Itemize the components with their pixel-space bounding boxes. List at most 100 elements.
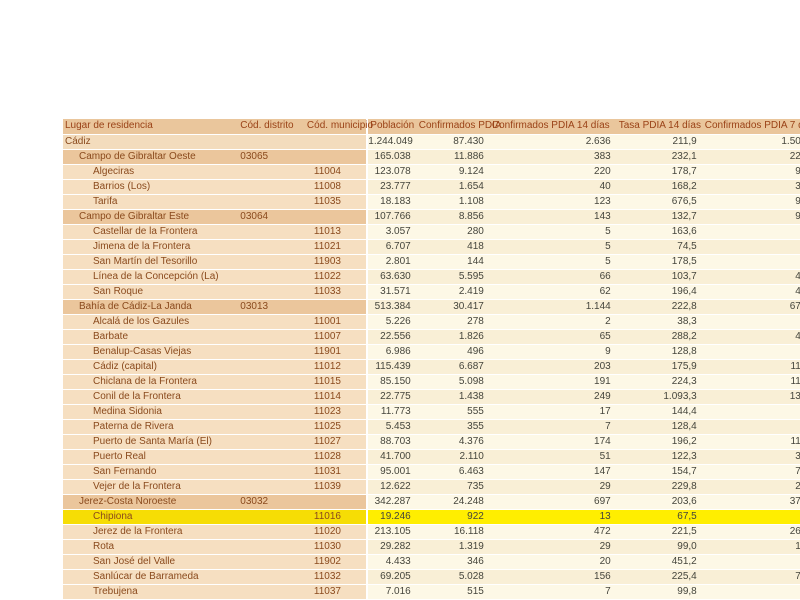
rate-pdia-14d-cell: 196,2 <box>617 434 703 449</box>
confirmed-pdia-7d-cell: 2 <box>703 419 800 434</box>
col-header-confirmados-pdia-14-dias: Confirmados PDIA 14 días <box>490 119 617 134</box>
confirmed-pdia-14d-cell: 5 <box>490 239 617 254</box>
rate-pdia-14d-cell: 676,5 <box>617 194 703 209</box>
table-row[interactable]: Conil de la Frontera 11014 22.775 1.438 … <box>63 389 800 404</box>
confirmed-pdia-7d-cell: 1.508 <box>703 134 800 149</box>
confirmed-pdia-7d-cell: 260 <box>703 524 800 539</box>
municipality-code-cell: 11013 <box>305 224 367 239</box>
confirmed-pdia-cell: 5.595 <box>417 269 490 284</box>
district-code-cell <box>238 164 305 179</box>
confirmed-pdia-7d-cell: 6 <box>703 584 800 599</box>
rate-pdia-14d-cell: 451,2 <box>617 554 703 569</box>
confirmed-pdia-14d-cell: 220 <box>490 164 617 179</box>
table-row[interactable]: Chiclana de la Frontera 11015 85.150 5.0… <box>63 374 800 389</box>
municipality-code-cell: 11008 <box>305 179 367 194</box>
rate-pdia-14d-cell: 1.093,3 <box>617 389 703 404</box>
table-row[interactable]: Castellar de la Frontera 11013 3.057 280… <box>63 224 800 239</box>
table-row[interactable]: San Martín del Tesorillo 11903 2.801 144… <box>63 254 800 269</box>
table-row[interactable]: Campo de Gibraltar Este 03064 107.766 8.… <box>63 209 800 224</box>
rate-pdia-14d-cell: 99,0 <box>617 539 703 554</box>
municipality-code-cell: 11023 <box>305 404 367 419</box>
district-code-cell <box>238 344 305 359</box>
municipality-code-cell <box>305 299 367 314</box>
table-row[interactable]: Vejer de la Frontera 11039 12.622 735 29… <box>63 479 800 494</box>
confirmed-pdia-7d-cell: 139 <box>703 389 800 404</box>
population-cell: 5.226 <box>367 314 416 329</box>
table-row[interactable]: Trebujena 11037 7.016 515 7 99,8 6 <box>63 584 800 599</box>
residence-cell: Rota <box>63 539 238 554</box>
confirmed-pdia-14d-cell: 5 <box>490 254 617 269</box>
table-row[interactable]: San Fernando 11031 95.001 6.463 147 154,… <box>63 464 800 479</box>
table-row[interactable]: Medina Sidonia 11023 11.773 555 17 144,4… <box>63 404 800 419</box>
confirmed-pdia-cell: 5.098 <box>417 374 490 389</box>
confirmed-pdia-7d-cell: 93 <box>703 194 800 209</box>
table-row[interactable]: Alcalá de los Gazules 11001 5.226 278 2 … <box>63 314 800 329</box>
confirmed-pdia-7d-cell: 8 <box>703 509 800 524</box>
table-row[interactable]: Jerez-Costa Noroeste 03032 342.287 24.24… <box>63 494 800 509</box>
confirmed-pdia-cell: 9.124 <box>417 164 490 179</box>
table-row[interactable]: Algeciras 11004 123.078 9.124 220 178,7 … <box>63 164 800 179</box>
municipality-code-cell: 11039 <box>305 479 367 494</box>
residence-cell: Medina Sidonia <box>63 404 238 419</box>
table-body: Cádiz 1.244.049 87.430 2.636 211,9 1.508… <box>63 134 800 599</box>
municipality-code-cell: 11007 <box>305 329 367 344</box>
confirmed-pdia-cell: 1.654 <box>417 179 490 194</box>
confirmed-pdia-7d-cell: 119 <box>703 359 800 374</box>
table-row[interactable]: Jerez de la Frontera 11020 213.105 16.11… <box>63 524 800 539</box>
table-row[interactable]: Puerto Real 11028 41.700 2.110 51 122,3 … <box>63 449 800 464</box>
municipality-code-cell: 11021 <box>305 239 367 254</box>
population-cell: 1.244.049 <box>367 134 416 149</box>
confirmed-pdia-cell: 280 <box>417 224 490 239</box>
district-code-cell <box>238 329 305 344</box>
table-row[interactable]: Benalup-Casas Viejas 11901 6.986 496 9 1… <box>63 344 800 359</box>
municipality-code-cell: 11022 <box>305 269 367 284</box>
col-header-poblacion: Población <box>367 119 416 134</box>
confirmed-pdia-cell: 922 <box>417 509 490 524</box>
confirmed-pdia-cell: 144 <box>417 254 490 269</box>
table-row[interactable]: Cádiz 1.244.049 87.430 2.636 211,9 1.508 <box>63 134 800 149</box>
table-row[interactable]: San Roque 11033 31.571 2.419 62 196,4 42 <box>63 284 800 299</box>
rate-pdia-14d-cell: 288,2 <box>617 329 703 344</box>
confirmed-pdia-14d-cell: 191 <box>490 374 617 389</box>
municipality-code-cell: 11027 <box>305 434 367 449</box>
confirmed-pdia-cell: 418 <box>417 239 490 254</box>
table-row[interactable]: Chipiona 11016 19.246 922 13 67,5 8 <box>63 509 800 524</box>
table-row[interactable]: Paterna de Rivera 11025 5.453 355 7 128,… <box>63 419 800 434</box>
rate-pdia-14d-cell: 132,7 <box>617 209 703 224</box>
municipality-code-cell <box>305 149 367 164</box>
district-code-cell <box>238 509 305 524</box>
confirmed-pdia-14d-cell: 174 <box>490 434 617 449</box>
table-row[interactable]: Sanlúcar de Barrameda 11032 69.205 5.028… <box>63 569 800 584</box>
population-cell: 11.773 <box>367 404 416 419</box>
population-cell: 115.439 <box>367 359 416 374</box>
confirmed-pdia-7d-cell: 370 <box>703 494 800 509</box>
table-row[interactable]: Puerto de Santa María (El) 11027 88.703 … <box>63 434 800 449</box>
confirmed-pdia-cell: 6.463 <box>417 464 490 479</box>
table-row[interactable]: Jimena de la Frontera 11021 6.707 418 5 … <box>63 239 800 254</box>
population-cell: 123.078 <box>367 164 416 179</box>
population-cell: 6.707 <box>367 239 416 254</box>
table-row[interactable]: Barrios (Los) 11008 23.777 1.654 40 168,… <box>63 179 800 194</box>
district-code-cell <box>238 224 305 239</box>
confirmed-pdia-14d-cell: 20 <box>490 554 617 569</box>
confirmed-pdia-cell: 6.687 <box>417 359 490 374</box>
confirmed-pdia-cell: 1.826 <box>417 329 490 344</box>
residence-cell: Cádiz (capital) <box>63 359 238 374</box>
table-row[interactable]: Campo de Gibraltar Oeste 03065 165.038 1… <box>63 149 800 164</box>
table-row[interactable]: Barbate 11007 22.556 1.826 65 288,2 45 <box>63 329 800 344</box>
municipality-code-cell: 11032 <box>305 569 367 584</box>
rate-pdia-14d-cell: 178,7 <box>617 164 703 179</box>
confirmed-pdia-14d-cell: 13 <box>490 509 617 524</box>
municipality-code-cell: 11012 <box>305 359 367 374</box>
municipality-code-cell: 11031 <box>305 464 367 479</box>
residence-cell: Línea de la Concepción (La) <box>63 269 238 284</box>
district-code-cell <box>238 434 305 449</box>
confirmed-pdia-cell: 555 <box>417 404 490 419</box>
table-row[interactable]: Tarifa 11035 18.183 1.108 123 676,5 93 <box>63 194 800 209</box>
table-row[interactable]: Cádiz (capital) 11012 115.439 6.687 203 … <box>63 359 800 374</box>
table-row[interactable]: Rota 11030 29.282 1.319 29 99,0 16 <box>63 539 800 554</box>
rate-pdia-14d-cell: 163,6 <box>617 224 703 239</box>
table-row[interactable]: Bahía de Cádiz-La Janda 03013 513.384 30… <box>63 299 800 314</box>
table-row[interactable]: Línea de la Concepción (La) 11022 63.630… <box>63 269 800 284</box>
table-row[interactable]: San José del Valle 11902 4.433 346 20 45… <box>63 554 800 569</box>
